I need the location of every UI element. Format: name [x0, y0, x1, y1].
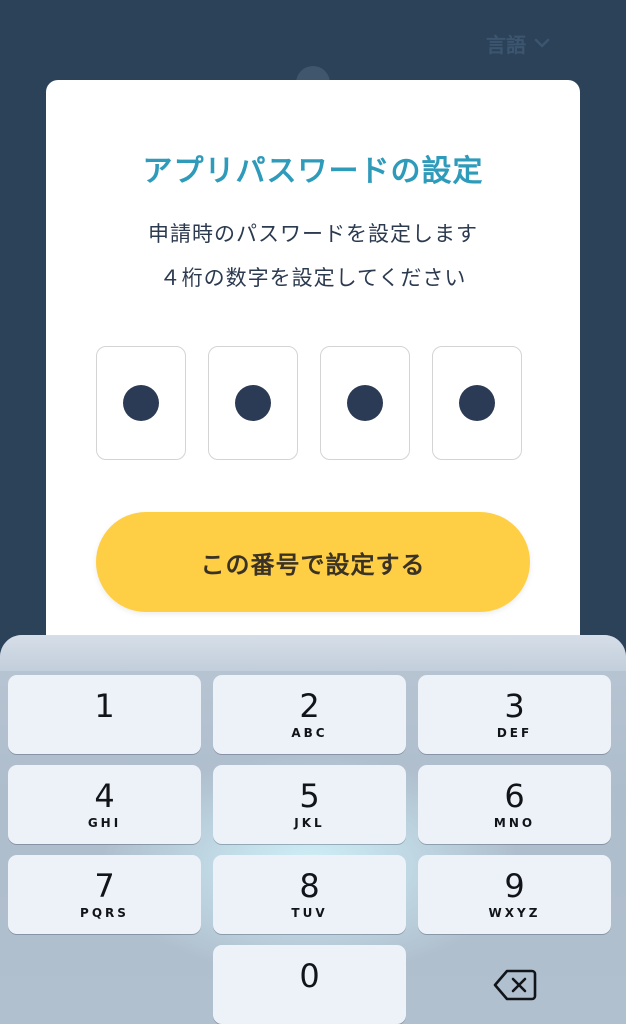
key-0[interactable]: 0 — [213, 945, 406, 1024]
key-digit: 1 — [94, 686, 115, 725]
backspace-icon — [493, 969, 536, 1000]
key-letters: PQRS — [80, 905, 129, 920]
dialog-description-line2: ４桁の数字を設定してください — [159, 266, 467, 290]
dialog-description-line1: 申請時のパスワードを設定します — [148, 222, 478, 246]
pin-dot — [459, 385, 495, 421]
key-letters: DEF — [496, 725, 533, 740]
key-2[interactable]: 2 ABC — [213, 675, 406, 754]
key-digit: 0 — [299, 956, 320, 995]
key-letters: GHI — [87, 815, 122, 830]
key-digit: 5 — [299, 776, 320, 815]
key-9[interactable]: 9 WXYZ — [418, 855, 611, 934]
language-selector[interactable]: 言語 — [486, 28, 550, 58]
key-digit: 9 — [504, 866, 525, 905]
password-setup-dialog: アプリパスワードの設定 申請時のパスワードを設定します ４桁の数字を設定してくだ… — [46, 80, 580, 700]
key-letters: WXYZ — [488, 905, 541, 920]
language-label: 言語 — [486, 32, 526, 57]
keyboard-top-bar — [0, 635, 626, 671]
key-letters: ABC — [291, 725, 328, 740]
key-4[interactable]: 4 GHI — [8, 765, 201, 844]
pin-digit-box[interactable] — [208, 346, 298, 460]
key-digit: 6 — [504, 776, 525, 815]
key-digit: 8 — [299, 866, 320, 905]
pin-dot — [123, 385, 159, 421]
chevron-down-icon — [534, 38, 550, 48]
key-letters: TUV — [291, 905, 328, 920]
numeric-keypad: 1 2 ABC 3 DEF 4 GHI 5 JKL 6 MNO 7 PQRS 8… — [0, 635, 626, 1024]
pin-digit-box[interactable] — [432, 346, 522, 460]
pin-dot — [347, 385, 383, 421]
key-digit: 7 — [94, 866, 115, 905]
set-pin-button[interactable]: この番号で設定する — [96, 512, 530, 612]
pin-input-group[interactable] — [96, 346, 522, 460]
key-digit: 3 — [504, 686, 525, 725]
key-digit: 2 — [299, 686, 320, 725]
key-8[interactable]: 8 TUV — [213, 855, 406, 934]
pin-digit-box[interactable] — [320, 346, 410, 460]
pin-dot — [235, 385, 271, 421]
dialog-title: アプリパスワードの設定 — [142, 154, 484, 189]
key-7[interactable]: 7 PQRS — [8, 855, 201, 934]
key-5[interactable]: 5 JKL — [213, 765, 406, 844]
delete-key[interactable] — [418, 945, 611, 1024]
pin-digit-box[interactable] — [96, 346, 186, 460]
key-3[interactable]: 3 DEF — [418, 675, 611, 754]
key-1[interactable]: 1 — [8, 675, 201, 754]
key-6[interactable]: 6 MNO — [418, 765, 611, 844]
key-letters: JKL — [294, 815, 325, 830]
key-digit: 4 — [94, 776, 115, 815]
key-letters: MNO — [493, 815, 536, 830]
